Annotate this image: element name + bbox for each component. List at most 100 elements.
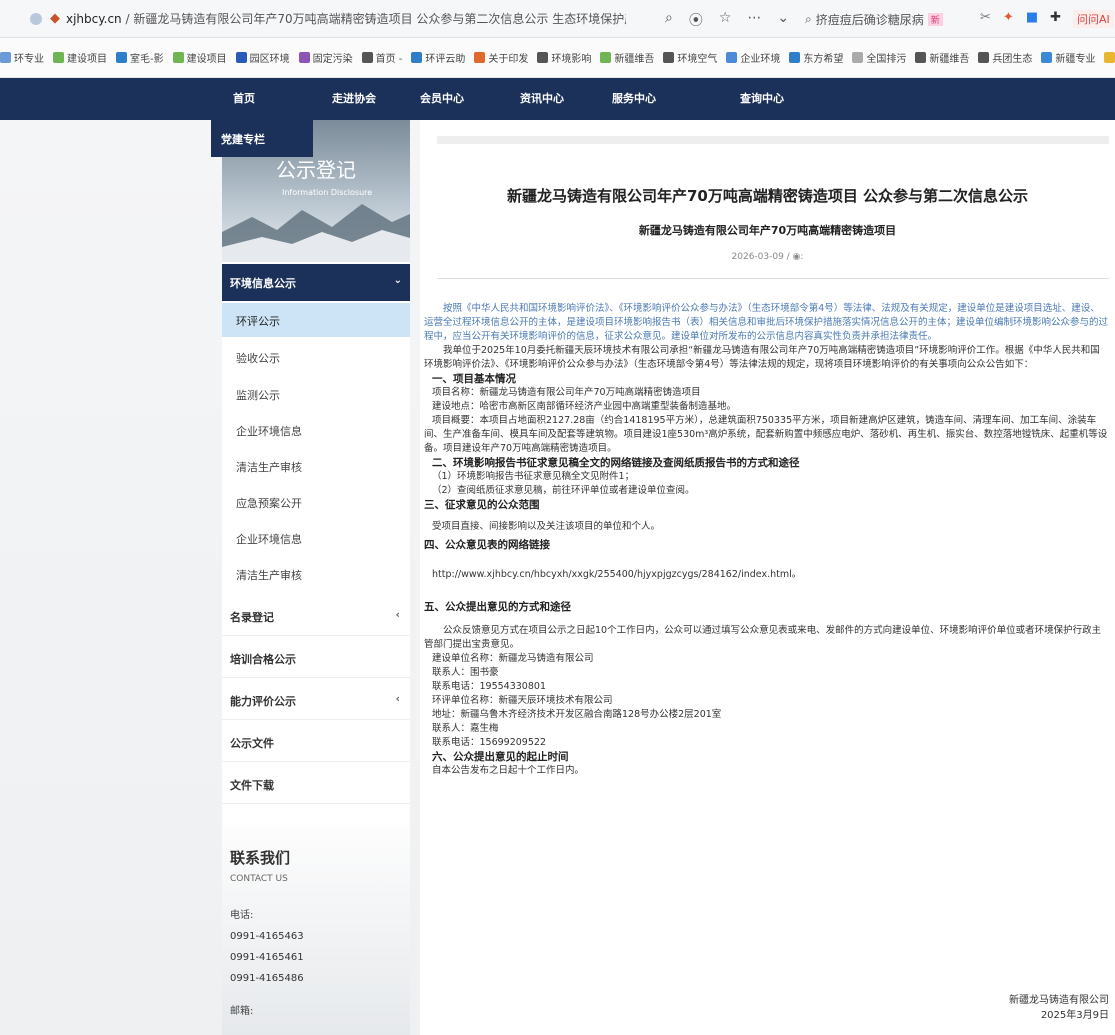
search-new-badge: 新 <box>927 12 943 26</box>
scissors-icon[interactable]: ✂ <box>980 10 991 28</box>
contact-phone-3: 0991-4165486 <box>230 973 304 984</box>
contact-mail-label: 邮箱: <box>230 1006 254 1017</box>
sidebar-sub-clean-production-2[interactable]: 清洁生产审核 <box>222 557 410 591</box>
zoom-icon[interactable]: ⌕ <box>665 10 673 30</box>
bookmark-favicon-icon <box>600 52 612 63</box>
chevron-down-icon: ⌄ <box>393 275 402 286</box>
ask-ai-button[interactable]: 问问AI <box>1073 10 1114 28</box>
url-field[interactable]: xjhbcy.cn / 新疆龙马铸造有限公司年产70万吨高端精密铸造项目 公众参… <box>66 10 626 27</box>
bookmark-item[interactable]: 环境空气 <box>663 50 717 65</box>
nav-dropdown-party[interactable]: 党建专栏 <box>211 120 313 157</box>
bookmark-label: 新疆专业 <box>1055 54 1096 65</box>
bookmark-item[interactable]: 企业环境 <box>726 50 780 65</box>
article-body: 按照《中华人民共和国环境影响评价法》、《环境影响评价公众参与办法》（生态环境部令… <box>424 302 1108 778</box>
section-4-link[interactable]: http://www.xjhbcy.cn/hbcyxh/xxgk/255400/… <box>424 568 1108 582</box>
nav-query[interactable]: 查询中心 <box>740 90 784 106</box>
browser-search[interactable]: ⌕ 挤痘痘后确诊糖尿病 新 <box>805 8 960 30</box>
bookmark-label: 东方希望 <box>803 54 844 65</box>
bookmark-item[interactable]: 建设项目 <box>53 50 107 65</box>
banner-title: 公示登记 <box>276 158 356 182</box>
bookmark-item[interactable]: 新疆维吾 <box>915 50 969 65</box>
site-favicon-icon: ◆ <box>50 11 60 26</box>
nav-services[interactable]: 服务中心 <box>612 90 656 106</box>
section-2-line: （1）环境影响报告书征求意见稿全文见附件1； <box>432 471 635 482</box>
sidebar-sub-emergency-plan[interactable]: 应急预案公开 <box>222 485 410 519</box>
sidebar-item-directory[interactable]: 名录登记 ‹ <box>222 596 410 636</box>
sidebar-sub-acceptance[interactable]: 验收公示 <box>222 340 410 374</box>
extension-blue-icon[interactable]: ■ <box>1026 10 1038 28</box>
bookmark-item[interactable]: 环专业 <box>0 50 44 65</box>
address-tools: ⌕ ⦿ ☆ ⋯ ⌄ <box>665 10 789 30</box>
puzzle-icon[interactable]: ✚ <box>1050 10 1061 28</box>
section-1-line: 建设地点：哈密市高新区南部循环经济产业园中高端重型装备制造基地。 <box>432 401 737 412</box>
bookmark-item[interactable]: 首页 - <box>361 50 402 65</box>
sidebar-sub-clean-production[interactable]: 清洁生产审核 <box>222 449 410 483</box>
bookmark-item[interactable]: 建设项目 <box>172 50 227 65</box>
bookmark-item[interactable]: 环评云助 <box>411 50 465 65</box>
bookmark-item[interactable]: 新疆维吾 <box>600 50 654 65</box>
bookmark-item[interactable]: 兵团生态 <box>978 50 1032 65</box>
bookmark-favicon-icon <box>0 52 11 63</box>
sidebar-item-public-files[interactable]: 公示文件 <box>222 722 410 762</box>
signature-company: 新疆龙马铸造有限公司 <box>1009 995 1109 1006</box>
sidebar-sub-enterprise-env-2[interactable]: 企业环境信息 <box>222 521 410 555</box>
bookmark-label: 新疆维吾 <box>614 54 655 65</box>
sidebar-item-capability[interactable]: 能力评价公示 ‹ <box>222 680 410 720</box>
star-icon[interactable]: ☆ <box>719 10 732 30</box>
sidebar-item-label: 培训合格公示 <box>230 653 296 666</box>
sidebar-sub-monitoring[interactable]: 监测公示 <box>222 377 410 411</box>
section-3-heading: 三、征求意见的公众范围 <box>424 499 540 511</box>
sidebar-item-downloads[interactable]: 文件下载 <box>222 764 410 804</box>
bookmark-item[interactable]: 关于印发 <box>474 50 528 65</box>
bookmark-item[interactable]: 东方希望 <box>789 50 843 65</box>
section-5-text: 公众反馈意见方式在项目公示之日起10个工作日内，公众可以通过填写公众意见表或来电… <box>424 625 1102 650</box>
security-shield-icon[interactable] <box>30 12 42 25</box>
bookmark-item[interactable]: 园区环境 <box>235 50 290 65</box>
more-icon[interactable]: ⋯ <box>747 10 761 30</box>
section-5-line: 地址：新疆乌鲁木齐经济技术开发区融合南路128号办公楼2层201室 <box>432 709 722 720</box>
bookmark-label: 关于印发 <box>488 54 529 65</box>
search-text: 挤痘痘后确诊糖尿病 <box>815 12 924 27</box>
sidebar-head-env-info[interactable]: 环境信息公示 ⌄ <box>222 264 410 301</box>
signature-date: 2025年3月9日 <box>1040 1010 1109 1021</box>
section-5-line: 联系人：嘉生梅 <box>432 723 499 734</box>
bookmark-favicon-icon <box>726 52 738 63</box>
sidebar-item-label: 名录登记 <box>230 611 274 624</box>
section-5-line: 环评单位名称：新疆天辰环境技术有限公司 <box>432 695 613 706</box>
sidebar-sub-enterprise-env[interactable]: 企业环境信息 <box>222 413 410 447</box>
article-title: 新疆龙马铸造有限公司年产70万吨高端精密铸造项目 公众参与第二次信息公示 <box>506 187 1029 205</box>
search-icon: ⌕ <box>805 11 812 26</box>
bookmark-item[interactable]: 室毛-影 <box>116 50 164 65</box>
bookmark-item[interactable]: 环评互联 <box>1104 50 1115 65</box>
sidebar-item-training[interactable]: 培训合格公示 <box>222 638 410 678</box>
bookmark-favicon-icon <box>978 52 990 63</box>
nav-members[interactable]: 会员中心 <box>420 90 464 106</box>
sidebar-item-label: 公示文件 <box>230 737 274 750</box>
chevron-down-icon[interactable]: ⌄ <box>777 10 789 30</box>
nav-home[interactable]: 首页 <box>233 90 255 106</box>
bookmark-label: 建设项目 <box>186 54 227 65</box>
bookmark-label: 室毛-影 <box>130 54 164 65</box>
sidebar-sub-eia[interactable]: 环评公示 <box>222 303 410 337</box>
bookmark-favicon-icon <box>53 52 64 63</box>
bookmark-item[interactable]: 固定污染 <box>298 50 353 65</box>
bookmark-item[interactable]: 全国排污 <box>852 50 906 65</box>
section-1-heading: 一、项目基本情况 <box>432 373 516 385</box>
bookmark-item[interactable]: 新疆专业 <box>1041 50 1095 65</box>
bookmark-favicon-icon <box>235 52 247 63</box>
url-path: / 新疆龙马铸造有限公司年产70万吨高端精密铸造项目 公众参与第二次信息公示 生… <box>121 12 626 26</box>
nav-about[interactable]: 走进协会 <box>332 90 376 106</box>
bookmark-label: 环评云助 <box>425 54 466 65</box>
bookmark-item[interactable]: 环境影响 <box>537 50 591 65</box>
extension-orange-icon[interactable]: ✦ <box>1003 10 1014 28</box>
browser-address-bar: ◆ xjhbcy.cn / 新疆龙马铸造有限公司年产70万吨高端精密铸造项目 公… <box>0 0 1115 38</box>
nav-news[interactable]: 资讯中心 <box>520 90 564 106</box>
bookmark-label: 环境空气 <box>677 54 718 65</box>
bookmark-favicon-icon <box>852 52 864 63</box>
section-6-heading: 六、公众提出意见的起止时间 <box>432 751 569 763</box>
bookmark-favicon-icon <box>298 52 310 63</box>
location-icon[interactable]: ⦿ <box>689 10 703 30</box>
contact-phone-2: 0991-4165461 <box>230 952 304 963</box>
article-p1: 我单位于2025年10月委托新疆天辰环境技术有限公司承担“新疆龙马铸造有限公司年… <box>424 345 1100 370</box>
bookmark-favicon-icon <box>789 52 801 63</box>
